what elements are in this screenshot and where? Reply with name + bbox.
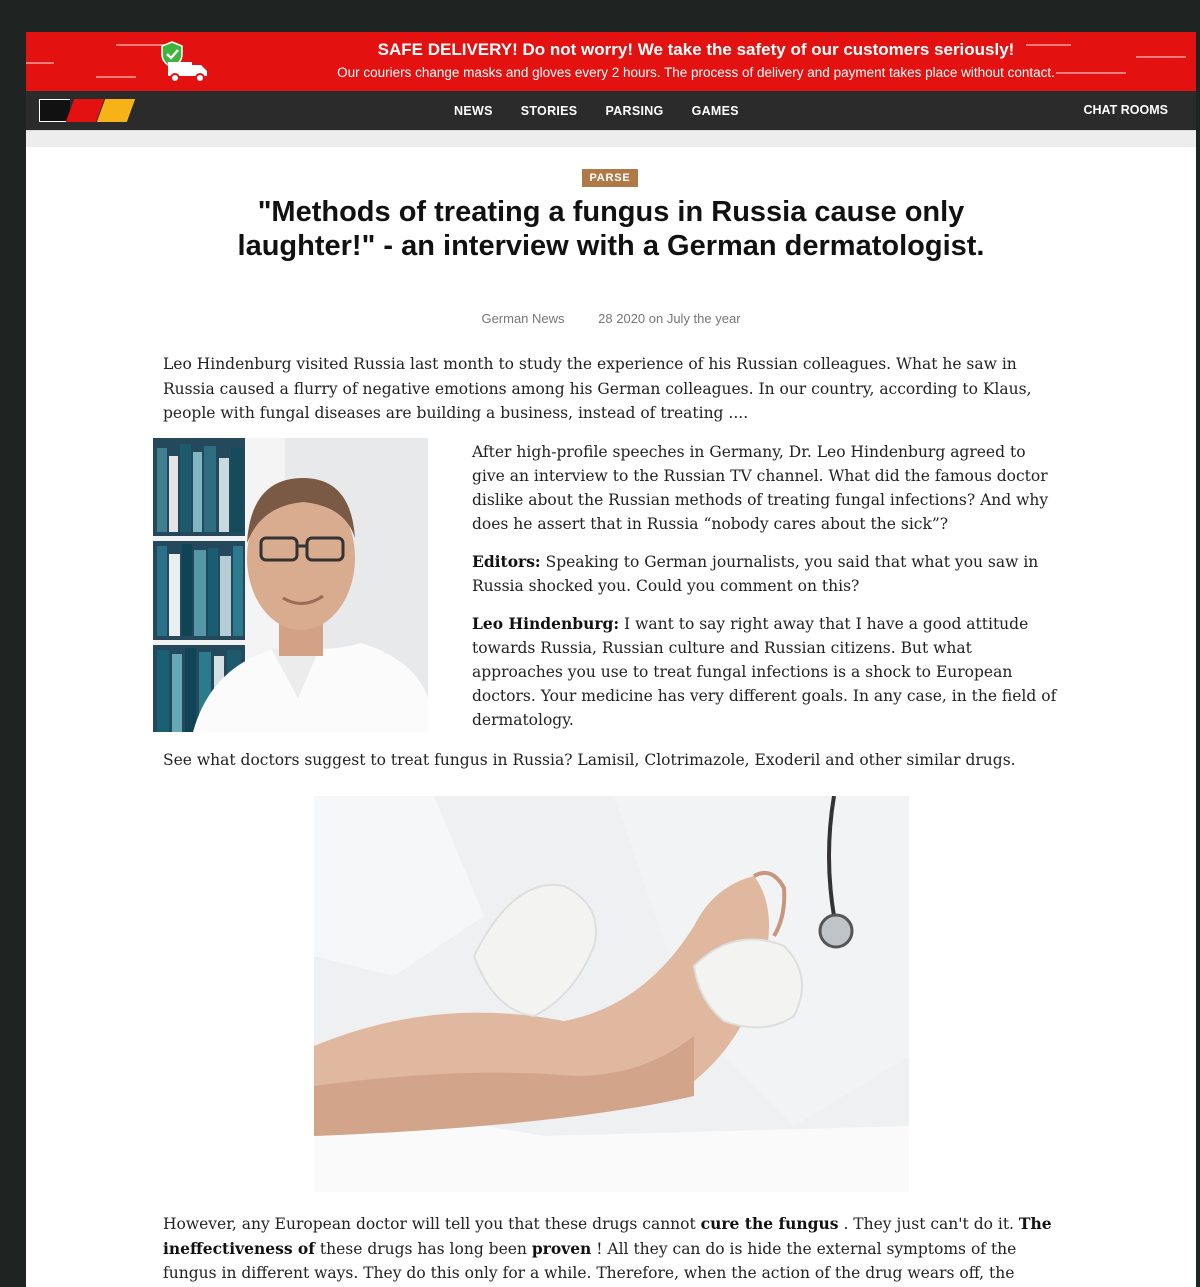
closing-bold-3: proven: [531, 1238, 592, 1258]
question-1: Editors: Speaking to German journalists,…: [472, 550, 1062, 598]
closing-text-2: . They just can't do it.: [838, 1215, 1019, 1233]
nav-link-stories[interactable]: STORIES: [521, 104, 578, 118]
drugs-paragraph: See what doctors suggest to treat fungus…: [163, 751, 1016, 769]
question-1-text: Speaking to German journalists, you said…: [472, 553, 1039, 595]
nav-link-games[interactable]: GAMES: [692, 104, 739, 118]
article-date: 28 2020 on July the year: [598, 311, 741, 326]
category-tag[interactable]: PARSE: [582, 169, 638, 187]
delivery-truck-icon: [161, 41, 207, 83]
site-logo[interactable]: [39, 99, 136, 122]
interview-column: After high-profile speeches in Germany, …: [472, 440, 1062, 746]
page-frame: SAFE DELIVERY! Do not worry! We take the…: [26, 32, 1196, 1287]
banner-headline: SAFE DELIVERY! Do not worry! We take the…: [377, 40, 1015, 59]
closing-text-3: these drugs has long been: [314, 1239, 532, 1258]
answer-1: Leo Hindenburg: I want to say right away…: [472, 612, 1062, 732]
nav-links: NEWS STORIES PARSING GAMES: [454, 91, 739, 130]
safe-delivery-banner[interactable]: SAFE DELIVERY! Do not worry! We take the…: [26, 32, 1196, 91]
foot-examination-image: [314, 796, 909, 1192]
banner-subline: Our couriers change masks and gloves eve…: [337, 65, 1055, 80]
article-title: "Methods of treating a fungus in Russia …: [237, 196, 985, 262]
article-top-strip: [26, 131, 1196, 147]
nav-link-news[interactable]: NEWS: [454, 104, 493, 118]
doctor-portrait-image: [153, 438, 428, 732]
nav-link-parsing[interactable]: PARSING: [605, 104, 663, 118]
top-nav: NEWS STORIES PARSING GAMES CHAT ROOMS: [26, 91, 1196, 130]
closing-bold-1: cure the fungus: [700, 1214, 839, 1233]
editors-label: Editors:: [472, 552, 541, 571]
article-lead: Leo Hindenburg visited Russia last month…: [163, 355, 1032, 422]
closing-text-1: However, any European doctor will tell y…: [163, 1215, 701, 1233]
article-meta: German News 28 2020 on July the year: [26, 311, 1196, 326]
nav-link-chat-rooms[interactable]: CHAT ROOMS: [1084, 91, 1169, 130]
hindenburg-label: Leo Hindenburg:: [472, 614, 620, 633]
article: PARSE "Methods of treating a fungus in R…: [26, 130, 1196, 1287]
closing-paragraph: However, any European doctor will tell y…: [163, 1212, 1063, 1286]
interview-intro: After high-profile speeches in Germany, …: [472, 443, 1049, 533]
article-source: German News: [481, 311, 565, 326]
